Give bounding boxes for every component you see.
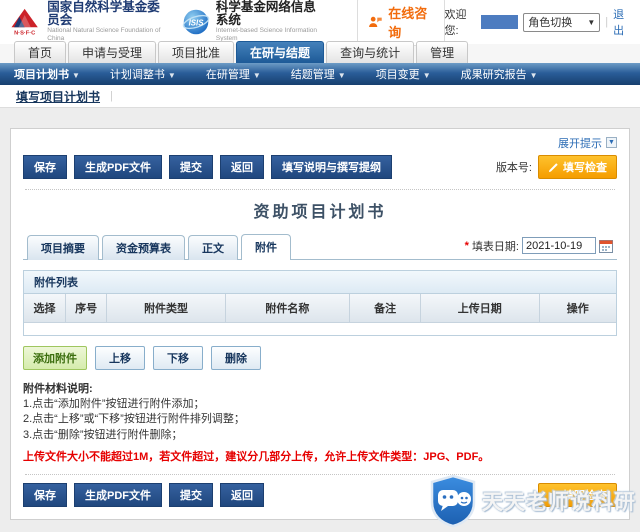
nav-tab-manage[interactable]: 管理 [416,41,469,63]
isis-title: 科学基金网络信息系统 [215,0,316,27]
top-toolbar: 保存 生成PDF文件 提交 返回 填写说明与撰写提纲 版本号: 填写检查 [23,155,617,179]
form-title: 资助项目计划书 [253,204,387,221]
submit-button-bottom[interactable]: 提交 [169,483,213,508]
nav-tab-inresearch[interactable]: 在研与结题 [236,41,325,63]
watermark: 天天老师说科研 [428,474,636,528]
attachment-buttons: 添加附件 上移 下移 删除 [23,345,617,370]
tab-main-text[interactable]: 正文 [188,235,238,260]
nav-tab-application[interactable]: 申请与受理 [68,41,157,63]
subnav-completion-manage[interactable]: 结题管理 ▼ [291,66,346,82]
save-button[interactable]: 保存 [23,155,67,179]
divider [25,189,615,190]
col-select: 选择 [24,294,66,323]
online-consult-button[interactable]: 在线咨询 [357,0,445,46]
sub-nav: 项目计划书 ▼ 计划调整书 ▼ 在研管理 ▼ 结题管理 ▼ 项目变更 ▼ 成果研究报告 ▼ [0,63,640,85]
col-index: 序号 [64,294,108,323]
isis-logo-group: ISIS 科学基金网络信息系统 Internet-based Science I… [182,1,326,43]
main-panel: 展开提示 ▼ 保存 生成PDF文件 提交 返回 填写说明与撰写提纲 版本号: 填… [10,128,630,521]
divider: | [605,16,609,28]
attachment-list-box: 附件列表 选择 序号 附件类型 附件名称 备注 上传日期 操作 [23,270,617,336]
role-switch-label: 角色切换 [528,17,573,29]
nsfc-logo-icon: N·S·F·C [11,8,38,36]
nav-tab-home[interactable]: 首页 [14,41,67,63]
back-button[interactable]: 返回 [220,155,264,179]
chevron-down-icon: ▼ [422,71,431,80]
fill-date-label: 填表日期: [471,240,519,253]
welcome-label: 欢迎您: [444,9,467,37]
back-button-bottom[interactable]: 返回 [220,483,264,508]
col-upload-date: 上传日期 [420,294,540,323]
subnav-project-change[interactable]: 项目变更 ▼ [376,66,431,82]
svg-text:ISIS: ISIS [188,19,204,28]
pencil-icon [548,162,558,172]
move-down-button[interactable]: 下移 [153,345,203,370]
note-line-3: 3.点击“删除”按钮进行附件删除； [23,428,183,441]
consult-person-icon [369,16,383,27]
fill-date-group: * 填表日期: [465,237,613,259]
subnav-achievement-report[interactable]: 成果研究报告 ▼ [461,66,538,82]
note-line-2: 2.点击“上移”或“下移”按钮进行附件排列调整； [23,413,245,426]
form-tabs: 项目摘要 资金预算表 正文 附件 * 填表日期: [23,234,617,260]
upload-warning: 上传文件大小不能超过1M，若文件超过，建议分几部分上传，允许上传文件类型：JPG… [23,451,490,464]
note-line-1: 1.点击“添加附件”按钮进行附件添加； [23,397,205,410]
attachment-table: 选择 序号 附件类型 附件名称 备注 上传日期 操作 [24,294,616,335]
attachment-notes: 附件材料说明: 1.点击“添加附件”按钮进行附件添加； 2.点击“上移”或“下移… [23,382,617,444]
watermark-text: 天天老师说科研 [482,491,636,514]
move-up-button[interactable]: 上移 [95,345,145,370]
chevron-down-icon: ▼ [587,17,596,27]
nsfc-logo-group: N·S·F·C 国家自然科学基金委员会 National Natural Sci… [8,1,168,43]
version-label: 版本号: [495,162,532,174]
consult-label: 在线咨询 [388,6,428,40]
chevron-down-icon: ▼ [529,71,538,80]
notes-title: 附件材料说明: [23,382,93,395]
svg-text:N·S·F·C: N·S·F·C [14,30,35,36]
isis-logo-icon: ISIS [182,9,210,35]
submit-button[interactable]: 提交 [169,155,213,179]
col-name: 附件名称 [224,294,351,323]
subnav-project-plan[interactable]: 项目计划书 ▼ [14,66,80,82]
nsfc-title: 国家自然科学基金委员会 [47,0,160,27]
guide-button[interactable]: 填写说明与撰写提纲 [271,155,392,179]
delete-button[interactable]: 删除 [211,345,261,370]
breadcrumb[interactable]: 填写项目计划书 [16,88,100,105]
chevron-down-icon: ▼ [252,71,261,80]
expand-tips-link[interactable]: 展开提示 [558,135,602,151]
empty-row [24,323,616,335]
logout-link[interactable]: 退出 [613,6,632,38]
subnav-inresearch-manage[interactable]: 在研管理 ▼ [206,66,261,82]
col-type: 附件类型 [106,294,226,323]
chevron-down-icon: ▼ [167,71,176,80]
role-switch-select[interactable]: 角色切换 ▼ [523,12,601,32]
user-area: 欢迎您: 角色切换 ▼ | 退出 [445,6,632,38]
divider: | [110,90,113,102]
chevron-down-icon: ▼ [337,71,346,80]
nav-tab-query[interactable]: 查询与统计 [326,41,415,63]
user-name-redacted [480,15,519,29]
nav-tab-approval[interactable]: 项目批准 [158,41,235,63]
tips-row: 展开提示 ▼ [23,135,617,150]
save-button-bottom[interactable]: 保存 [23,483,67,508]
add-attachment-button[interactable]: 添加附件 [23,345,87,370]
breadcrumb-row: 填写项目计划书 | [0,85,640,108]
generate-pdf-button-bottom[interactable]: 生成PDF文件 [74,483,162,508]
attachment-list-title: 附件列表 [24,271,616,294]
attachment-table-header: 选择 序号 附件类型 附件名称 备注 上传日期 操作 [24,294,616,323]
calendar-icon[interactable] [599,239,613,253]
generate-pdf-button[interactable]: 生成PDF文件 [74,155,162,179]
top-header: N·S·F·C 国家自然科学基金委员会 National Natural Sci… [0,0,640,46]
chevron-down-icon: ▼ [72,71,80,80]
expand-tips-icon[interactable]: ▼ [606,137,617,148]
required-mark: * [464,239,469,252]
tab-attachments[interactable]: 附件 [241,234,291,260]
subnav-plan-adjust[interactable]: 计划调整书 ▼ [110,66,176,82]
shield-chat-icon [430,474,476,528]
tab-budget-table[interactable]: 资金预算表 [102,235,185,260]
col-operation: 操作 [538,294,616,323]
main-nav: 首页 申请与受理 项目批准 在研与结题 查询与统计 管理 [0,41,640,63]
fill-date-input[interactable] [522,237,596,254]
tab-project-summary[interactable]: 项目摘要 [27,235,99,260]
fill-check-button[interactable]: 填写检查 [538,155,617,179]
col-remark: 备注 [349,294,422,323]
